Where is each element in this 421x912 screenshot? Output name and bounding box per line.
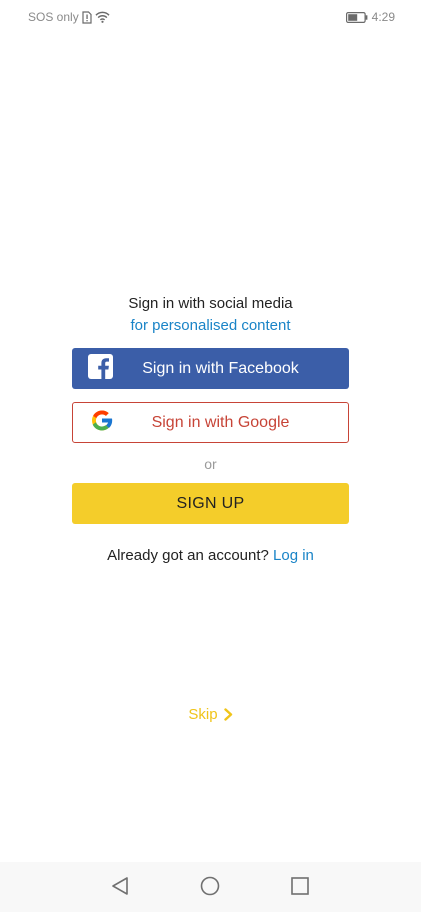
signup-button[interactable]: SIGN UP: [72, 483, 349, 524]
google-signin-button[interactable]: Sign in with Google: [72, 402, 349, 443]
signin-heading: Sign in with social media: [128, 295, 293, 312]
skip-label: Skip: [188, 706, 218, 723]
sim-alert-icon: [82, 10, 92, 24]
carrier-text: SOS only: [28, 10, 79, 24]
clock-text: 4:29: [371, 10, 395, 24]
back-triangle-icon[interactable]: [110, 876, 130, 901]
system-nav-bar: [0, 862, 421, 912]
signup-label: SIGN UP: [176, 494, 245, 512]
google-logo-icon: [89, 407, 115, 438]
facebook-logo-icon: [88, 353, 113, 384]
account-prompt: Already got an account?: [107, 547, 269, 564]
chevron-right-icon: [223, 708, 233, 721]
battery-icon: [345, 11, 368, 23]
status-right: 4:29: [345, 10, 395, 24]
screen: SOS only 4:29 Sign in with social media …: [0, 0, 421, 912]
account-row: Already got an account? Log in: [0, 547, 421, 564]
recents-square-icon[interactable]: [290, 876, 310, 901]
status-bar: SOS only 4:29: [0, 0, 421, 36]
google-signin-label: Sign in with Google: [151, 413, 290, 431]
or-divider-text: or: [204, 456, 217, 472]
status-left: SOS only: [28, 10, 110, 24]
login-link[interactable]: Log in: [273, 547, 314, 564]
home-circle-icon[interactable]: [200, 876, 220, 901]
facebook-signin-button[interactable]: Sign in with Facebook: [72, 348, 349, 389]
signin-subheading: for personalised content: [130, 317, 291, 334]
skip-button[interactable]: Skip: [0, 706, 421, 723]
facebook-signin-label: Sign in with Facebook: [142, 359, 299, 377]
wifi-icon: [95, 11, 110, 23]
